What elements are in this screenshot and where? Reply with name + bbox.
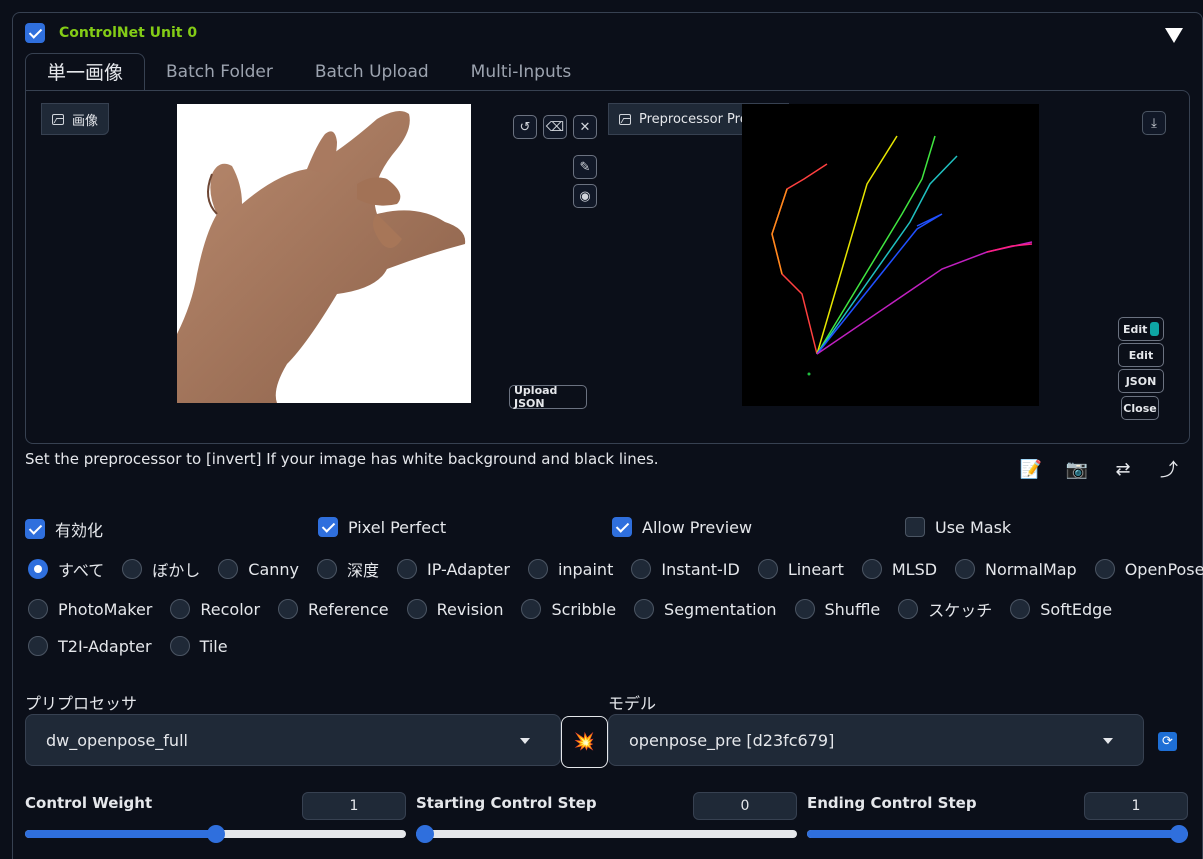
radio-photomaker[interactable]: PhotoMaker: [28, 599, 152, 619]
radio-normalmap[interactable]: NormalMap: [955, 559, 1077, 579]
edit-button[interactable]: Edit: [1118, 343, 1164, 367]
tab-multi-inputs[interactable]: Multi-Inputs: [450, 53, 593, 91]
input-image-hand[interactable]: [177, 104, 471, 403]
radio-lineart[interactable]: Lineart: [757, 559, 844, 579]
preprocessor-label: プリプロセッサ: [25, 694, 138, 713]
notepad-icon[interactable]: 📝: [1019, 457, 1043, 481]
radio-mlsd[interactable]: MLSD: [861, 559, 937, 579]
pixel-perfect-checkbox[interactable]: Pixel Perfect: [318, 517, 446, 537]
run-preprocessor-button[interactable]: 💥: [561, 716, 608, 768]
radio-recolor[interactable]: Recolor: [170, 599, 260, 619]
slider-fill: [25, 830, 216, 838]
preprocessor-preview-image[interactable]: [742, 104, 1039, 406]
control-weight-slider[interactable]: [25, 825, 406, 843]
radio-scribble[interactable]: Scribble: [521, 599, 616, 619]
control-type-row-2: PhotoMaker Recolor Reference Revision Sc…: [28, 597, 1130, 621]
slider-fill: [807, 830, 1179, 838]
ending-step-label: Ending Control Step: [807, 794, 977, 812]
radio-t2i-adapter[interactable]: T2I-Adapter: [28, 636, 152, 656]
openpose-skeleton: [771, 135, 1033, 376]
radio-instant-id[interactable]: Instant-ID: [631, 559, 740, 579]
starting-step-label: Starting Control Step: [416, 794, 597, 812]
unit-title: ControlNet Unit 0: [59, 25, 198, 41]
starting-step-slider[interactable]: [416, 825, 797, 843]
allow-preview-checkbox[interactable]: Allow Preview: [612, 517, 752, 537]
unit-header[interactable]: ControlNet Unit 0: [25, 22, 197, 44]
ending-step-input[interactable]: 1: [1084, 792, 1188, 820]
radio-depth[interactable]: 深度: [317, 557, 379, 581]
slider-handle[interactable]: [206, 825, 225, 843]
image-label: 画像: [41, 103, 110, 135]
send-dimensions-icon[interactable]: ⤴: [1157, 457, 1181, 481]
radio-tile[interactable]: Tile: [169, 636, 228, 656]
use-mask-checkbox[interactable]: Use Mask: [905, 517, 1011, 537]
radio-softedge[interactable]: SoftEdge: [1010, 599, 1112, 619]
eraser-icon[interactable]: ⌫: [543, 115, 567, 139]
tab-batch-folder[interactable]: Batch Folder: [145, 53, 294, 91]
control-weight-label: Control Weight: [25, 794, 153, 812]
tab-single-image[interactable]: 単一画像: [25, 53, 146, 91]
input-tabs: 単一画像 Batch Folder Batch Upload Multi-Inp…: [25, 53, 592, 91]
control-type-row-3: T2I-Adapter Tile: [28, 636, 246, 656]
control-weight-input[interactable]: 1: [302, 792, 406, 820]
radio-blur[interactable]: ぼかし: [122, 557, 200, 581]
ending-step-slider[interactable]: [807, 825, 1188, 843]
chevron-down-icon: [520, 738, 530, 744]
close-button[interactable]: Close: [1121, 396, 1159, 420]
clear-image-close-icon[interactable]: ✕: [573, 115, 597, 139]
explosion-icon: 💥: [573, 732, 596, 752]
json-button[interactable]: JSON: [1118, 369, 1164, 393]
radio-revision[interactable]: Revision: [406, 599, 503, 619]
radio-ip-adapter[interactable]: IP-Adapter: [397, 559, 510, 579]
radio-sketch[interactable]: スケッチ: [898, 597, 992, 621]
chevron-down-icon: [1103, 738, 1113, 744]
swap-arrows-icon[interactable]: ⇄: [1111, 457, 1135, 481]
refresh-models-button[interactable]: ⟳: [1158, 732, 1177, 751]
slider-handle[interactable]: [1170, 825, 1188, 843]
tab-batch-upload[interactable]: Batch Upload: [294, 53, 450, 91]
brush-icon[interactable]: ✎: [573, 155, 597, 179]
model-label: モデル: [608, 694, 657, 713]
radio-segmentation[interactable]: Segmentation: [634, 599, 777, 619]
upload-json-button[interactable]: Upload JSON: [509, 384, 587, 410]
photopea-icon: [1150, 322, 1159, 336]
hand-photo: [177, 110, 466, 403]
download-icon[interactable]: ⤓: [1142, 111, 1166, 135]
collapse-triangle-icon[interactable]: [1165, 28, 1183, 43]
radio-all[interactable]: すべて: [28, 557, 104, 581]
undo-icon[interactable]: ↺: [513, 115, 537, 139]
enable-checkbox[interactable]: 有効化: [25, 517, 103, 541]
refresh-icon: ⟳: [1162, 734, 1173, 749]
color-palette-icon[interactable]: ◉: [573, 184, 597, 208]
radio-canny[interactable]: Canny: [218, 559, 299, 579]
starting-step-input[interactable]: 0: [693, 792, 797, 820]
radio-shuffle[interactable]: Shuffle: [794, 599, 880, 619]
hint-text: Set the preprocessor to [invert] If your…: [25, 450, 659, 468]
radio-inpaint[interactable]: inpaint: [527, 559, 613, 579]
radio-reference[interactable]: Reference: [278, 599, 389, 619]
model-dropdown[interactable]: openpose_pre [d23fc679]: [608, 714, 1144, 766]
slider-handle[interactable]: [416, 825, 434, 843]
image-icon: [52, 113, 64, 125]
preprocessor-dropdown[interactable]: dw_openpose_full: [25, 714, 561, 766]
unit-enable-checkbox[interactable]: [25, 23, 45, 43]
edit-photopea-button[interactable]: Edit: [1118, 317, 1164, 341]
radio-openpose[interactable]: OpenPose: [1094, 559, 1203, 579]
camera-icon[interactable]: 📷: [1065, 457, 1089, 481]
control-type-row-1: すべて ぼかし Canny 深度 IP-Adapter inpaint Inst…: [28, 557, 1203, 581]
image-icon: [619, 113, 631, 125]
